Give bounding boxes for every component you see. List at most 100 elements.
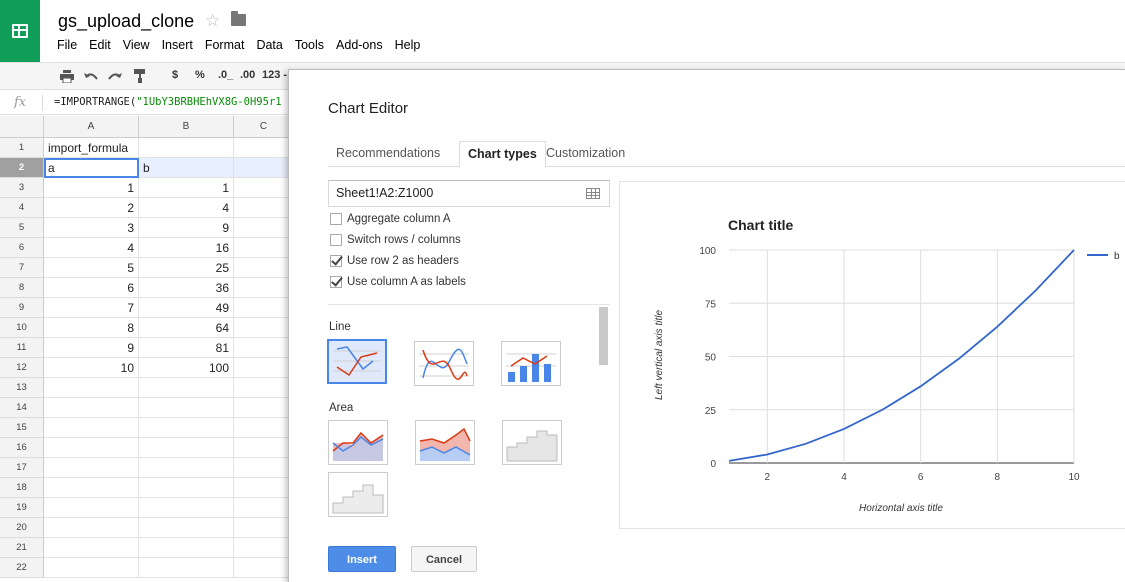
cell-B[interactable]: 36 xyxy=(139,278,234,298)
chart-type-area[interactable] xyxy=(328,420,388,465)
cell-C[interactable] xyxy=(234,338,288,358)
cell-B[interactable]: b xyxy=(139,158,234,178)
cell-C[interactable] xyxy=(234,278,288,298)
cell-C[interactable] xyxy=(234,258,288,278)
cell-A[interactable]: a xyxy=(44,158,139,178)
aggregate-checkbox[interactable] xyxy=(330,213,342,225)
cell-A[interactable] xyxy=(44,458,139,478)
chart-type-stepped-area-2[interactable] xyxy=(328,472,388,517)
row-header[interactable]: 10 xyxy=(0,318,44,338)
percent-format-button[interactable]: % xyxy=(195,69,205,81)
cell-A[interactable] xyxy=(44,518,139,538)
cell-A[interactable]: 6 xyxy=(44,278,139,298)
row-header[interactable]: 21 xyxy=(0,538,44,558)
row-header[interactable]: 13 xyxy=(0,378,44,398)
cell-C[interactable] xyxy=(234,318,288,338)
star-icon[interactable]: ☆ xyxy=(205,11,220,31)
data-point[interactable] xyxy=(727,459,731,463)
cell-A[interactable]: 3 xyxy=(44,218,139,238)
row2-headers-checkbox[interactable] xyxy=(330,255,342,267)
sheet-grid[interactable]: A B C 1 import_formula 2 a b 3 1 1 4 2 4 5 3 9 6 4 16 7 5 25 8 6… xyxy=(0,116,288,582)
chart-type-stepped-area[interactable] xyxy=(502,420,562,465)
tab-customization[interactable]: Customization xyxy=(538,141,633,167)
menu-insert[interactable]: Insert xyxy=(162,38,193,52)
cell-B[interactable] xyxy=(139,538,234,558)
cell-A[interactable]: 2 xyxy=(44,198,139,218)
colA-labels-checkbox[interactable] xyxy=(330,276,342,288)
data-point[interactable] xyxy=(880,408,884,412)
cell-B[interactable]: 64 xyxy=(139,318,234,338)
data-point[interactable] xyxy=(1034,288,1038,292)
cell-C[interactable] xyxy=(234,458,288,478)
cell-A[interactable]: import_formula xyxy=(44,138,139,158)
cell-C[interactable] xyxy=(234,298,288,318)
redo-icon[interactable] xyxy=(108,71,122,82)
cell-B[interactable]: 81 xyxy=(139,338,234,358)
cell-B[interactable] xyxy=(139,478,234,498)
menu-addons[interactable]: Add-ons xyxy=(336,38,383,52)
row-header[interactable]: 12 xyxy=(0,358,44,378)
formula-input[interactable]: =IMPORTRANGE("1UbY3BRBHEhVX8G-0H95r1 xyxy=(54,96,282,108)
paint-format-icon[interactable] xyxy=(134,69,146,83)
cell-A[interactable]: 9 xyxy=(44,338,139,358)
cell-B[interactable] xyxy=(139,398,234,418)
cell-C[interactable] xyxy=(234,358,288,378)
menu-format[interactable]: Format xyxy=(205,38,245,52)
row-header[interactable]: 8 xyxy=(0,278,44,298)
cell-A[interactable] xyxy=(44,538,139,558)
cell-B[interactable] xyxy=(139,438,234,458)
menu-data[interactable]: Data xyxy=(256,38,282,52)
row-header[interactable]: 22 xyxy=(0,558,44,578)
row-header[interactable]: 2 xyxy=(0,158,44,178)
cell-C[interactable] xyxy=(234,538,288,558)
row-header[interactable]: 17 xyxy=(0,458,44,478)
row-header[interactable]: 11 xyxy=(0,338,44,358)
column-header-B[interactable]: B xyxy=(139,116,234,138)
cell-A[interactable]: 4 xyxy=(44,238,139,258)
cell-A[interactable]: 5 xyxy=(44,258,139,278)
cell-A[interactable] xyxy=(44,498,139,518)
cell-B[interactable] xyxy=(139,518,234,538)
row-header[interactable]: 9 xyxy=(0,298,44,318)
switch-rows-columns-checkbox[interactable] xyxy=(330,234,342,246)
option-aggregate[interactable]: Aggregate column A xyxy=(330,211,451,227)
menu-edit[interactable]: Edit xyxy=(89,38,111,52)
menu-tools[interactable]: Tools xyxy=(295,38,324,52)
tab-recommendations[interactable]: Recommendations xyxy=(328,141,448,167)
cell-A[interactable] xyxy=(44,478,139,498)
cell-C[interactable] xyxy=(234,178,288,198)
row-header[interactable]: 7 xyxy=(0,258,44,278)
x-axis-title[interactable]: Horizontal axis title xyxy=(859,503,943,514)
series-line-b[interactable] xyxy=(728,249,1075,462)
cell-B[interactable]: 4 xyxy=(139,198,234,218)
column-header-A[interactable]: A xyxy=(44,116,139,138)
option-row2-headers[interactable]: Use row 2 as headers xyxy=(330,253,459,269)
cell-A[interactable] xyxy=(44,418,139,438)
chart-type-line[interactable] xyxy=(327,339,387,384)
cell-C[interactable] xyxy=(234,438,288,458)
cell-A[interactable] xyxy=(44,438,139,458)
cell-C[interactable] xyxy=(234,558,288,578)
cell-B[interactable]: 49 xyxy=(139,298,234,318)
data-point[interactable] xyxy=(919,384,923,388)
data-point[interactable] xyxy=(765,452,769,456)
row-header[interactable]: 19 xyxy=(0,498,44,518)
folder-icon[interactable] xyxy=(231,11,246,26)
data-range-input[interactable]: Sheet1!A2:Z1000 xyxy=(328,180,610,207)
cell-C[interactable] xyxy=(234,518,288,538)
cell-A[interactable]: 8 xyxy=(44,318,139,338)
cell-B[interactable]: 1 xyxy=(139,178,234,198)
cancel-button[interactable]: Cancel xyxy=(411,546,477,572)
cell-A[interactable] xyxy=(44,398,139,418)
cell-A[interactable] xyxy=(44,378,139,398)
more-formats-button[interactable]: 123 - xyxy=(262,69,287,81)
data-point[interactable] xyxy=(842,427,846,431)
cell-B[interactable] xyxy=(139,378,234,398)
data-point[interactable] xyxy=(804,442,808,446)
print-icon[interactable] xyxy=(60,70,74,83)
row-header[interactable]: 18 xyxy=(0,478,44,498)
document-title[interactable]: gs_upload_clone xyxy=(58,11,194,32)
row-header[interactable]: 3 xyxy=(0,178,44,198)
insert-button[interactable]: Insert xyxy=(328,546,396,572)
grid-corner[interactable] xyxy=(0,116,44,138)
